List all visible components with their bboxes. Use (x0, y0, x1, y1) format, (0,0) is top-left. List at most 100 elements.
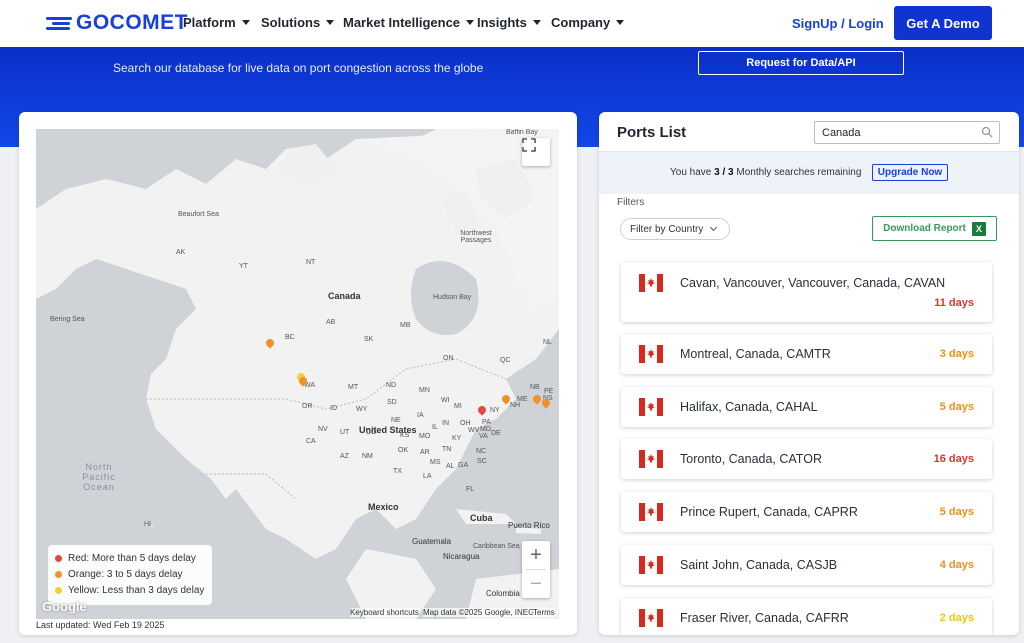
port-delay: 3 days (939, 348, 974, 360)
port-item-vancouver[interactable]: Cavan, Vancouver, Vancouver, Canada, CAV… (621, 262, 992, 322)
map-label-tx: TX (393, 468, 402, 475)
port-name: Saint John, Canada, CASJB (680, 558, 838, 572)
map-label-in: IN (442, 420, 449, 427)
canada-flag-icon (639, 274, 663, 292)
map-label-mn: MN (419, 387, 430, 394)
caret-down-icon (616, 20, 625, 25)
nav-insights-label: Insights (477, 15, 527, 30)
map-label-ms: MS (430, 459, 441, 466)
caret-down-icon (466, 20, 475, 25)
map-label-la: LA (423, 473, 432, 480)
canada-flag-icon (639, 345, 663, 363)
nav-solutions[interactable]: Solutions (261, 15, 335, 30)
nav-company[interactable]: Company (551, 15, 625, 30)
port-delay: 11 days (934, 297, 974, 309)
port-item-montreal[interactable]: Montreal, Canada, CAMTR 3 days (621, 334, 992, 374)
legend-label-red: Red: More than 5 days delay (68, 552, 196, 564)
port-item-prince-rupert[interactable]: Prince Rupert, Canada, CAPRR 5 days (621, 492, 992, 532)
map-label-pe: PE (544, 388, 554, 395)
port-search-input[interactable] (814, 121, 1000, 144)
map-label-il: IL (432, 424, 438, 431)
map-label-md: MD (480, 426, 491, 433)
map-label-co: CO (366, 429, 377, 436)
canada-flag-icon (639, 503, 663, 521)
map-label-caribbean-sea: Caribbean Sea (473, 543, 520, 550)
caret-down-icon (326, 20, 335, 25)
canada-flag-icon (639, 556, 663, 574)
map-label-nt: NT (306, 259, 316, 266)
nav-insights[interactable]: Insights (477, 15, 541, 30)
map-label-baffin-bay: Baffin Bay (506, 129, 538, 136)
port-delay: 4 days (939, 559, 974, 571)
map-label-ar: AR (420, 449, 430, 456)
quota-text: You have 3 / 3 Monthly searches remainin… (670, 167, 861, 178)
port-delay: 5 days (939, 506, 974, 518)
fullscreen-button[interactable] (522, 138, 550, 166)
map-label-canada: Canada (328, 291, 361, 301)
map-label-mi: MI (454, 403, 462, 410)
map-label-nh: NH (510, 402, 521, 409)
yellow-dot-icon (55, 586, 62, 594)
caret-down-icon (532, 20, 541, 25)
nav-platform[interactable]: Platform (183, 15, 250, 30)
map-label-northwest-passages: Northwest Passages (460, 230, 492, 244)
port-name: Prince Rupert, Canada, CAPRR (680, 505, 858, 519)
download-report-label: Download Report (883, 223, 966, 234)
excel-icon: X (971, 221, 986, 236)
nav-company-label: Company (551, 15, 611, 30)
port-name: Montreal, Canada, CAMTR (680, 347, 831, 361)
port-name: Fraser River, Canada, CAFRR (680, 611, 849, 625)
port-item-toronto[interactable]: Toronto, Canada, CATOR 16 days (621, 439, 992, 479)
chevron-down-icon (710, 223, 718, 232)
map-label-sk: SK (364, 336, 374, 343)
map-label-bering-sea: Bering Sea (50, 316, 85, 323)
map-label-tn: TN (442, 446, 452, 453)
google-logo[interactable]: Google (42, 599, 87, 614)
port-delay: 2 days (939, 612, 974, 624)
nav-market-intelligence[interactable]: Market Intelligence (343, 15, 475, 30)
map-label-ak: AK (176, 249, 186, 256)
zoom-in-button[interactable]: + (522, 541, 550, 569)
zoom-controls: + − (522, 541, 550, 598)
map-label-nd: ND (386, 382, 397, 389)
keyboard-shortcuts-link[interactable]: Keyboard shortcuts (350, 608, 419, 617)
map-label-guatemala: Guatemala (412, 537, 452, 546)
quota-value: 3 / 3 (714, 167, 734, 178)
port-map[interactable]: Canada United States Mexico Cuba Guatema… (36, 129, 559, 619)
map-label-ab: AB (326, 319, 336, 326)
port-item-halifax[interactable]: Halifax, Canada, CAHAL 5 days (621, 387, 992, 427)
map-label-az: AZ (340, 453, 349, 460)
map-label-nv: NV (318, 426, 328, 433)
map-label-cuba: Cuba (470, 513, 493, 523)
map-label-nb: NB (530, 384, 540, 391)
get-demo-button[interactable]: Get A Demo (894, 6, 992, 40)
map-label-qc: QC (500, 357, 511, 364)
map-label-wi: WI (441, 397, 450, 404)
download-report-button[interactable]: Download Report X (872, 216, 997, 241)
map-label-ky: KY (452, 435, 462, 442)
search-icon[interactable] (981, 126, 993, 138)
upgrade-now-button[interactable]: Upgrade Now (872, 164, 948, 181)
map-label-id: ID (330, 405, 337, 412)
filter-by-country-select[interactable]: Filter by Country (620, 218, 730, 240)
signup-login-link[interactable]: SignUp / Login (792, 16, 884, 31)
port-name: Cavan, Vancouver, Vancouver, Canada, CAV… (680, 276, 946, 290)
logo-text: GOCOMET (76, 11, 188, 34)
map-label-ny: NY (490, 407, 500, 414)
request-data-api-button[interactable]: Request for Data/API (698, 51, 904, 75)
map-label-wv: WV (468, 427, 480, 434)
map-label-sc: SC (477, 458, 487, 465)
legend-row-red: Red: More than 5 days delay (55, 550, 205, 566)
port-item-saint-john[interactable]: Saint John, Canada, CASJB 4 days (621, 545, 992, 585)
zoom-out-button[interactable]: − (522, 570, 550, 598)
map-label-puerto-rico: Puerto Rico (508, 521, 550, 530)
terms-link[interactable]: Terms (533, 608, 555, 617)
map-label-sd: SD (387, 399, 397, 406)
map-label-mexico: Mexico (368, 502, 399, 512)
map-label-mb: MB (400, 322, 411, 329)
legend-row-orange: Orange: 3 to 5 days delay (55, 566, 205, 582)
port-item-fraser-river[interactable]: Fraser River, Canada, CAFRR 2 days (621, 598, 992, 635)
map-label-colombia: Colombia (486, 589, 520, 598)
map-label-bc: BC (285, 334, 295, 341)
gocomet-logo[interactable]: GOCOMET (46, 11, 188, 34)
